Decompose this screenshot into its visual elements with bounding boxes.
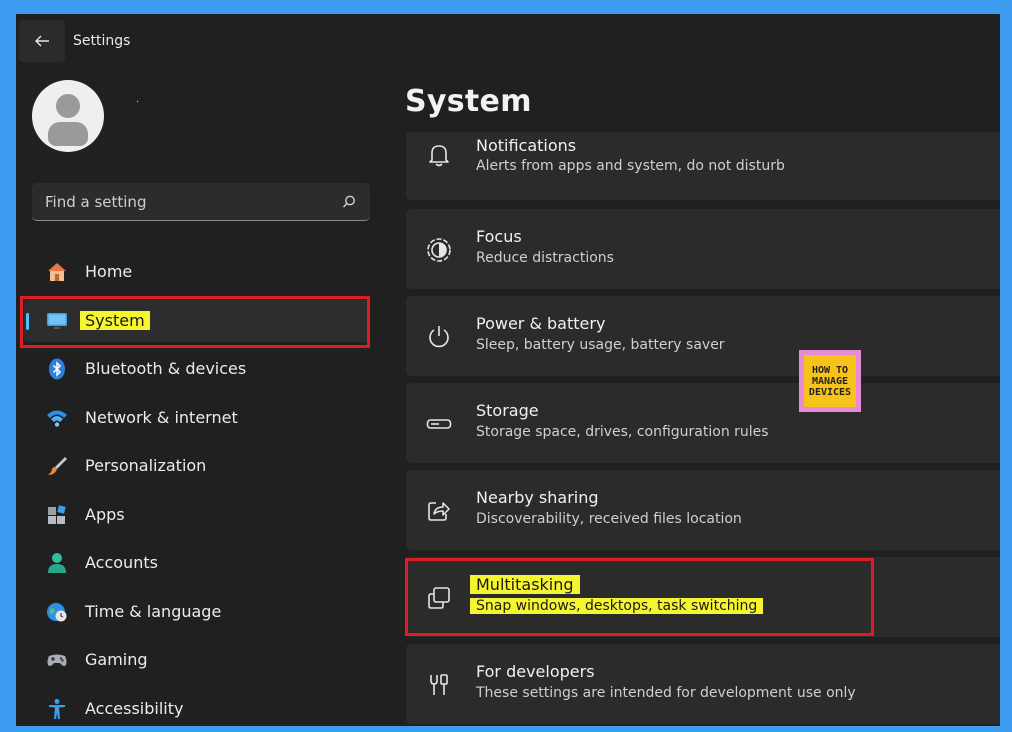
share-icon [428, 502, 450, 521]
card-notifications[interactable]: Notifications Alerts from apps and syste… [406, 132, 1000, 200]
bluetooth-icon [49, 358, 65, 380]
title-bar: Settings [16, 14, 1000, 66]
app-title: Settings [73, 33, 131, 49]
card-nearby-sharing[interactable]: Nearby sharing Discoverability, received… [406, 470, 1000, 550]
gamepad-icon [47, 654, 67, 666]
watermark-logo: HOW TO MANAGE DEVICES [799, 350, 861, 412]
sidebar-item-gaming[interactable]: Gaming [24, 639, 370, 681]
storage-icon [426, 419, 452, 429]
sidebar-item-network[interactable]: Network & internet [24, 397, 370, 439]
brush-icon [48, 457, 67, 475]
card-title: Storage [476, 401, 539, 420]
search-icon[interactable] [342, 195, 356, 209]
card-subtitle: Sleep, battery usage, battery saver [476, 337, 725, 353]
card-title: For developers [476, 662, 595, 681]
settings-window: Settings . Home Syst [16, 14, 1000, 726]
sidebar-item-accounts[interactable]: Accounts [24, 542, 370, 584]
sidebar-item-time-language[interactable]: Time & language [24, 591, 370, 633]
card-focus[interactable]: Focus Reduce distractions [406, 209, 1000, 289]
person-icon [48, 553, 66, 573]
sidebar-item-label: Time & language [85, 602, 222, 621]
home-icon [48, 263, 66, 281]
card-power-battery[interactable]: Power & battery Sleep, battery usage, ba… [406, 296, 1000, 376]
back-arrow-icon [35, 35, 49, 47]
apps-icon [48, 505, 66, 524]
card-subtitle: Reduce distractions [476, 250, 614, 266]
sidebar-item-label: Home [85, 262, 133, 281]
sidebar-item-label: Gaming [85, 650, 148, 669]
sidebar-item-label: Network & internet [85, 408, 238, 427]
user-name: . [136, 94, 140, 105]
developer-tools-icon [430, 674, 448, 695]
sidebar-item-label: Accounts [85, 553, 158, 572]
card-storage[interactable]: Storage Storage space, drives, configura… [406, 383, 1000, 463]
sidebar-item-label: Apps [85, 505, 125, 524]
power-icon [429, 326, 449, 348]
accessibility-icon [49, 699, 65, 719]
sidebar-item-label: Personalization [85, 456, 207, 475]
card-subtitle: Alerts from apps and system, do not dist… [476, 158, 785, 174]
sidebar-item-home[interactable]: Home [24, 251, 370, 293]
card-subtitle: Discoverability, received files location [476, 511, 742, 527]
search-box[interactable] [32, 183, 370, 221]
annotation-highlight-system [20, 296, 370, 348]
bell-icon [429, 145, 449, 167]
wifi-icon [47, 410, 67, 427]
card-title: Notifications [476, 136, 577, 155]
globe-clock-icon [47, 603, 67, 622]
annotation-highlight-multitasking [405, 558, 874, 636]
settings-list: Notifications Alerts from apps and syste… [406, 132, 1000, 726]
card-title: Focus [476, 227, 522, 246]
card-title: Power & battery [476, 314, 606, 333]
sidebar-item-label: Accessibility [85, 699, 184, 718]
sidebar-item-personalization[interactable]: Personalization [24, 445, 370, 487]
avatar[interactable] [32, 80, 104, 152]
sidebar-item-accessibility[interactable]: Accessibility [24, 688, 370, 726]
sidebar-item-bluetooth[interactable]: Bluetooth & devices [24, 348, 370, 390]
page-title: System [405, 84, 532, 119]
card-subtitle: These settings are intended for developm… [476, 685, 856, 701]
card-title: Nearby sharing [476, 488, 599, 507]
search-input[interactable] [32, 183, 332, 220]
card-for-developers[interactable]: For developers These settings are intend… [406, 644, 1000, 724]
sidebar-item-label: Bluetooth & devices [85, 359, 247, 378]
back-button[interactable] [19, 20, 65, 62]
focus-icon [427, 238, 451, 262]
sidebar-item-apps[interactable]: Apps [24, 494, 370, 536]
card-subtitle: Storage space, drives, configuration rul… [476, 424, 769, 440]
